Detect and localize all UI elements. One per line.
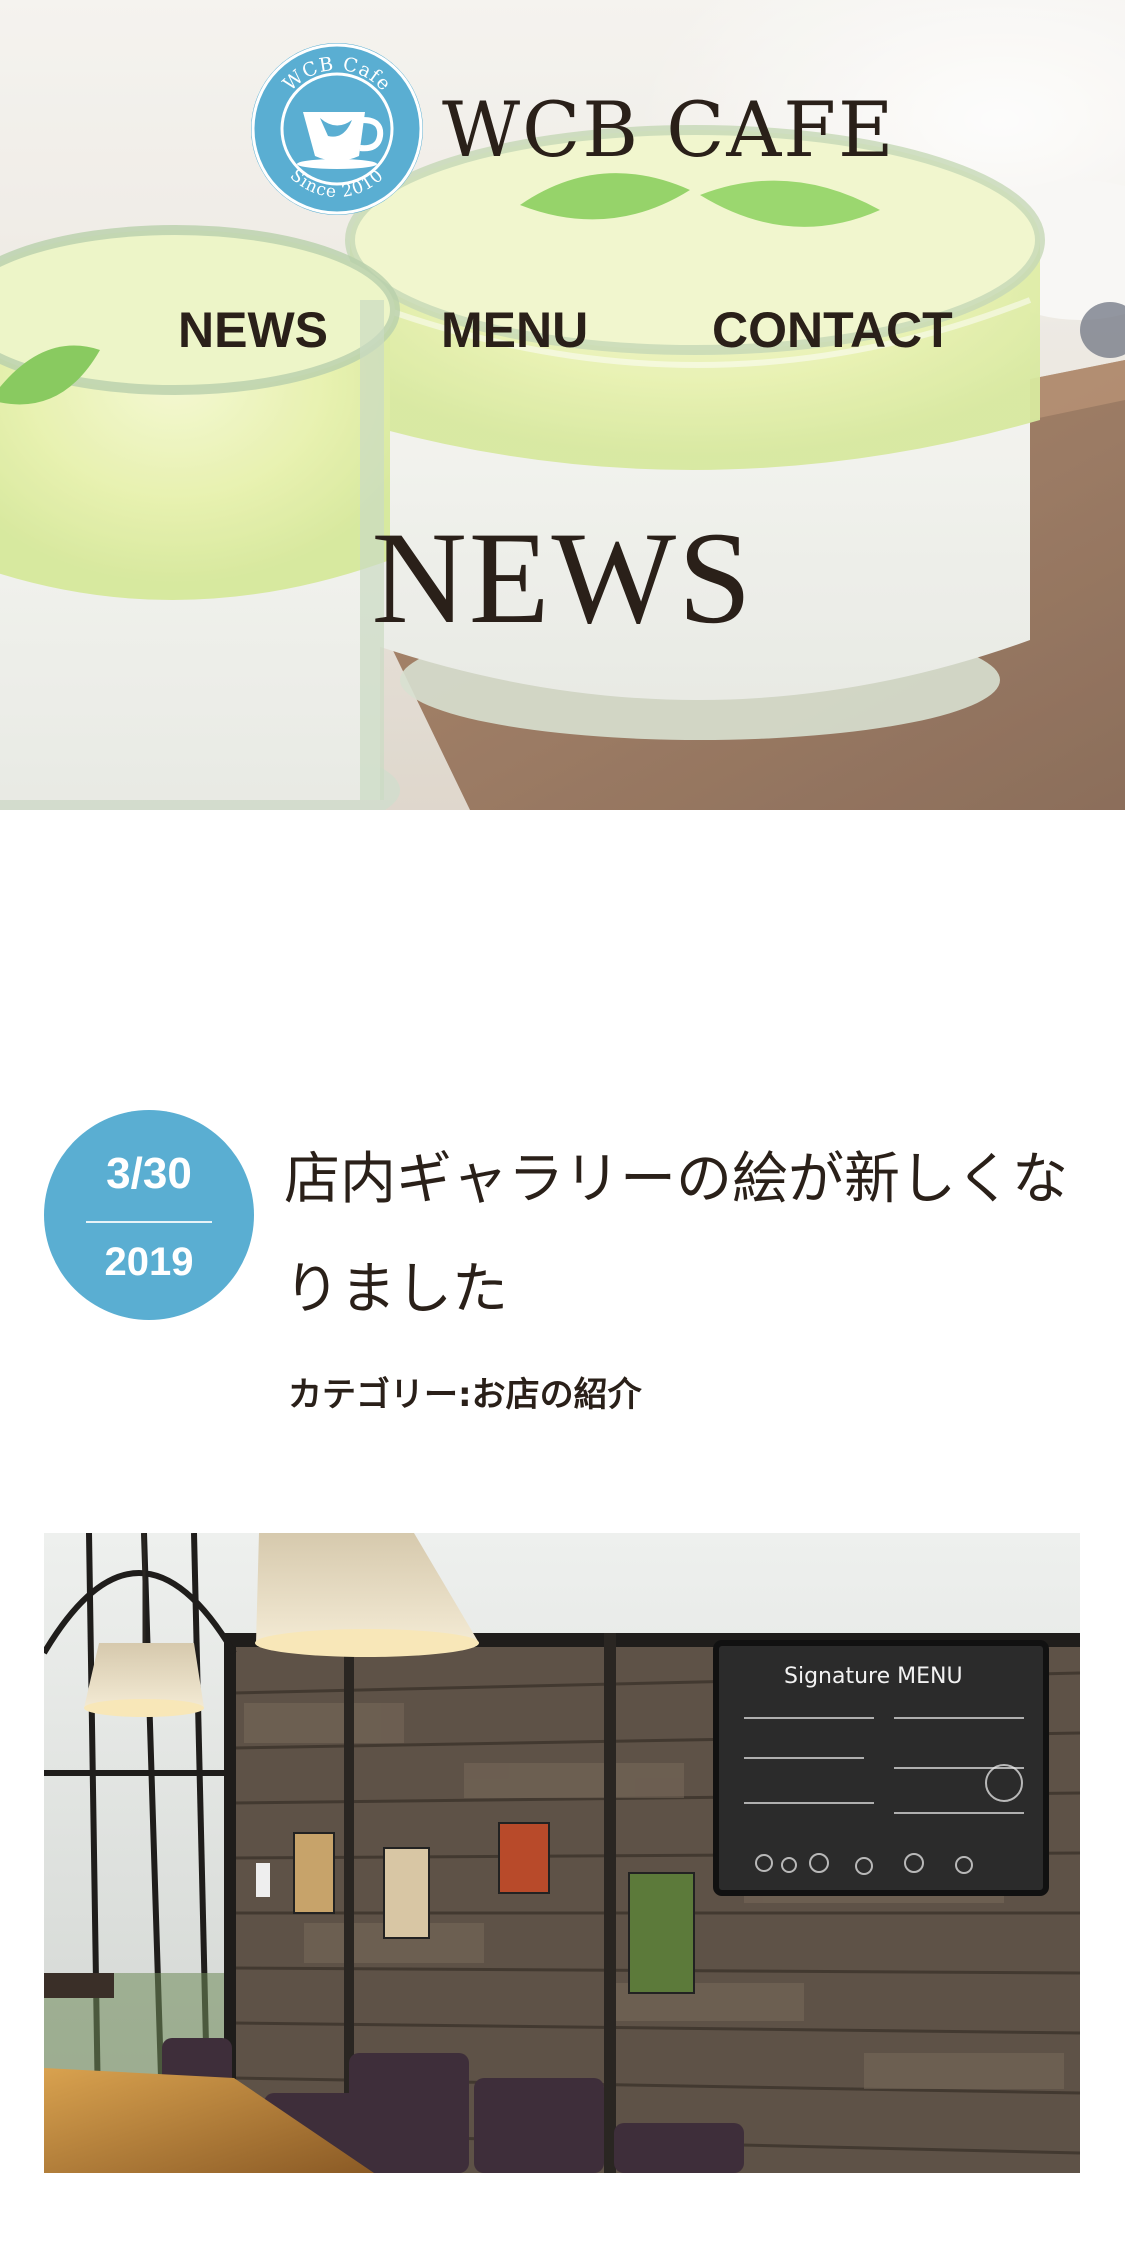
brand-name[interactable]: WCB CAFE bbox=[442, 92, 896, 168]
site-logo[interactable]: WCB Cafe Since 2010 bbox=[248, 40, 426, 218]
nav-item-news[interactable]: NEWS bbox=[178, 300, 328, 360]
article-image: Signature MENU bbox=[44, 1533, 1080, 2173]
date-divider bbox=[86, 1221, 212, 1223]
date-year: 2019 bbox=[104, 1240, 194, 1284]
main-nav: NEWS MENU CONTACT bbox=[0, 300, 1125, 360]
article-title[interactable]: 店内ギャラリーの絵が新しくなりました bbox=[284, 1125, 1094, 1345]
article-category[interactable]: カテゴリー:お店の紹介 bbox=[288, 1378, 642, 1412]
menu-board-title: Signature MENU bbox=[784, 1664, 963, 1689]
page-title: NEWS bbox=[371, 504, 754, 651]
date-month-day: 3/30 bbox=[106, 1149, 192, 1198]
nav-item-menu[interactable]: MENU bbox=[441, 300, 588, 360]
chalkboard-menu: Signature MENU bbox=[713, 1640, 1049, 1896]
date-badge: 3/30 2019 bbox=[44, 1110, 254, 1320]
cafe-interior-photo: Signature MENU bbox=[44, 1533, 1080, 2173]
hero-header: WCB Cafe Since 2010 WCB CAFE NEWS MENU C… bbox=[0, 0, 1125, 810]
nav-item-contact[interactable]: CONTACT bbox=[712, 300, 953, 360]
